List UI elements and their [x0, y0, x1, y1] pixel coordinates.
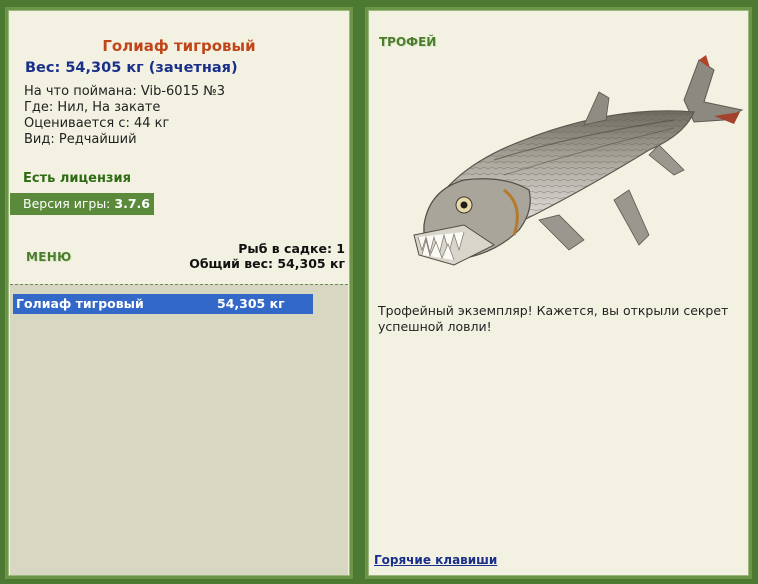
rated-from-info: Оценивается с: 44 кг — [24, 116, 170, 131]
keepnet-summary: Рыб в садке: 1 Общий вес: 54,305 кг — [189, 241, 345, 271]
trophy-panel: ТРОФЕЙ Трофейный экземпляр! Кажется, вы … — [365, 7, 752, 579]
license-status: Есть лицензия — [23, 171, 131, 186]
fish-weight: Вес: 54,305 кг (зачетная) — [25, 60, 238, 76]
game-version-bar: Версия игры: 3.7.6 — [10, 193, 154, 215]
version-label: Версия игры: — [23, 196, 111, 211]
version-value: 3.7.6 — [114, 196, 150, 211]
catch-info-panel: Голиаф тигровый Вес: 54,305 кг (зачетная… — [5, 7, 353, 579]
fish-count: Рыб в садке: 1 — [238, 241, 345, 256]
catch-row[interactable]: Голиаф тигровый 54,305 кг — [13, 294, 313, 314]
menu-button[interactable]: МЕНЮ — [26, 250, 71, 264]
fish-name-title: Голиаф тигровый — [102, 37, 256, 55]
tiger-fish-image — [413, 55, 744, 266]
bait-info: На что поймана: Vib-6015 №3 — [24, 84, 226, 99]
catch-row-weight: 54,305 кг — [217, 296, 285, 311]
total-weight: Общий вес: 54,305 кг — [189, 256, 345, 271]
catch-list: Голиаф тигровый 54,305 кг — [10, 284, 348, 575]
location-info: Где: Нил, На закате — [24, 100, 161, 115]
catch-row-name: Голиаф тигровый — [16, 296, 144, 311]
hotkeys-link[interactable]: Горячие клавиши — [374, 553, 497, 567]
trophy-message: Трофейный экземпляр! Кажется, вы открыли… — [378, 303, 729, 334]
species-info: Вид: Редчайший — [24, 132, 137, 147]
